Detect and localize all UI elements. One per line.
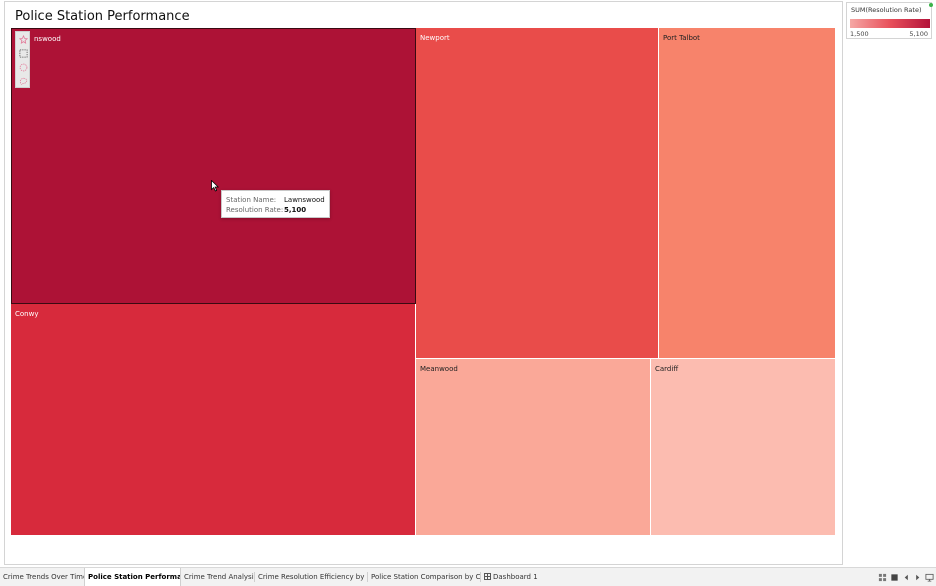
previous-sheet-icon[interactable] bbox=[902, 573, 911, 582]
tab-dashboard-1[interactable]: Dashboard 1 bbox=[481, 568, 539, 586]
tab-label: Crime Trend Analysis bbox=[184, 573, 254, 581]
radial-select-icon[interactable] bbox=[19, 63, 28, 72]
tab-crime-resolution-efficiency[interactable]: Crime Resolution Efficiency by R... bbox=[255, 568, 367, 586]
tab-label: Crime Resolution Efficiency by R... bbox=[258, 573, 367, 581]
tooltip-row-station: Station Name: Lawnswood bbox=[226, 196, 325, 206]
dashboard-icon bbox=[484, 573, 491, 580]
treemap-label-cardiff: Cardiff bbox=[655, 365, 679, 373]
lasso-select-icon[interactable] bbox=[19, 77, 28, 86]
treemap-label-newport: Newport bbox=[420, 34, 450, 42]
grid-view-icon[interactable] bbox=[878, 573, 887, 582]
next-sheet-icon[interactable] bbox=[913, 573, 922, 582]
single-view-icon[interactable] bbox=[890, 573, 899, 582]
treemap-label-meanwood: Meanwood bbox=[420, 365, 458, 373]
tab-label: Police Station Comparison by Cr... bbox=[371, 573, 480, 581]
tooltip-value: 5,100 bbox=[284, 206, 307, 214]
treemap-label-conwy: Conwy bbox=[15, 310, 39, 318]
tab-label: Dashboard 1 bbox=[493, 573, 538, 581]
treemap-label-lawnswood: nswood bbox=[34, 35, 61, 43]
treemap-cell-lawnswood[interactable]: nswood bbox=[11, 28, 416, 304]
treemap-cell-newport[interactable]: Newport bbox=[416, 28, 659, 359]
treemap-cell-meanwood[interactable]: Meanwood bbox=[416, 359, 651, 536]
tooltip-key: Resolution Rate: bbox=[226, 206, 284, 214]
status-indicator-icon bbox=[929, 3, 933, 7]
legend-max-label: 5,100 bbox=[909, 30, 928, 38]
treemap-chart: nswood Conwy Newport Port Talbot Meanwoo… bbox=[0, 0, 936, 586]
rectangle-select-icon[interactable] bbox=[19, 49, 28, 58]
treemap-cell-conwy[interactable]: Conwy bbox=[11, 304, 416, 536]
treemap-cell-cardiff[interactable]: Cardiff bbox=[651, 359, 836, 536]
mark-tooltip: Station Name: Lawnswood Resolution Rate:5… bbox=[221, 190, 330, 218]
mouse-cursor-icon bbox=[211, 179, 220, 192]
tab-crime-trends-over-time[interactable]: Crime Trends Over Time bbox=[0, 568, 84, 586]
pin-icon[interactable] bbox=[19, 35, 28, 44]
tab-label: Police Station Performance bbox=[88, 573, 181, 581]
legend-color-ramp bbox=[850, 19, 930, 28]
legend-min-label: 1,500 bbox=[850, 30, 869, 38]
tooltip-row-rate: Resolution Rate:5,100 bbox=[226, 206, 306, 216]
tableau-workspace: Police Station Performance nswood Conwy … bbox=[0, 0, 936, 586]
color-legend[interactable]: SUM(Resolution Rate) 1,500 5,100 bbox=[846, 2, 932, 39]
worksheet-title: Police Station Performance bbox=[15, 9, 190, 24]
sheet-tab-bar: Crime Trends Over Time Police Station Pe… bbox=[0, 567, 936, 586]
legend-title: SUM(Resolution Rate) bbox=[851, 6, 922, 14]
tab-police-station-performance[interactable]: Police Station Performance bbox=[84, 568, 181, 586]
tab-label: Crime Trends Over Time bbox=[3, 573, 84, 581]
treemap-cell-port-talbot[interactable]: Port Talbot bbox=[659, 28, 836, 359]
tab-crime-trend-analysis[interactable]: Crime Trend Analysis bbox=[181, 568, 254, 586]
tab-police-station-comparison[interactable]: Police Station Comparison by Cr... bbox=[368, 568, 480, 586]
tooltip-value: Lawnswood bbox=[284, 196, 325, 204]
view-toolbar bbox=[15, 31, 30, 88]
tooltip-key: Station Name: bbox=[226, 196, 277, 204]
treemap-label-port-talbot: Port Talbot bbox=[663, 34, 700, 42]
presentation-mode-icon[interactable] bbox=[925, 573, 934, 582]
